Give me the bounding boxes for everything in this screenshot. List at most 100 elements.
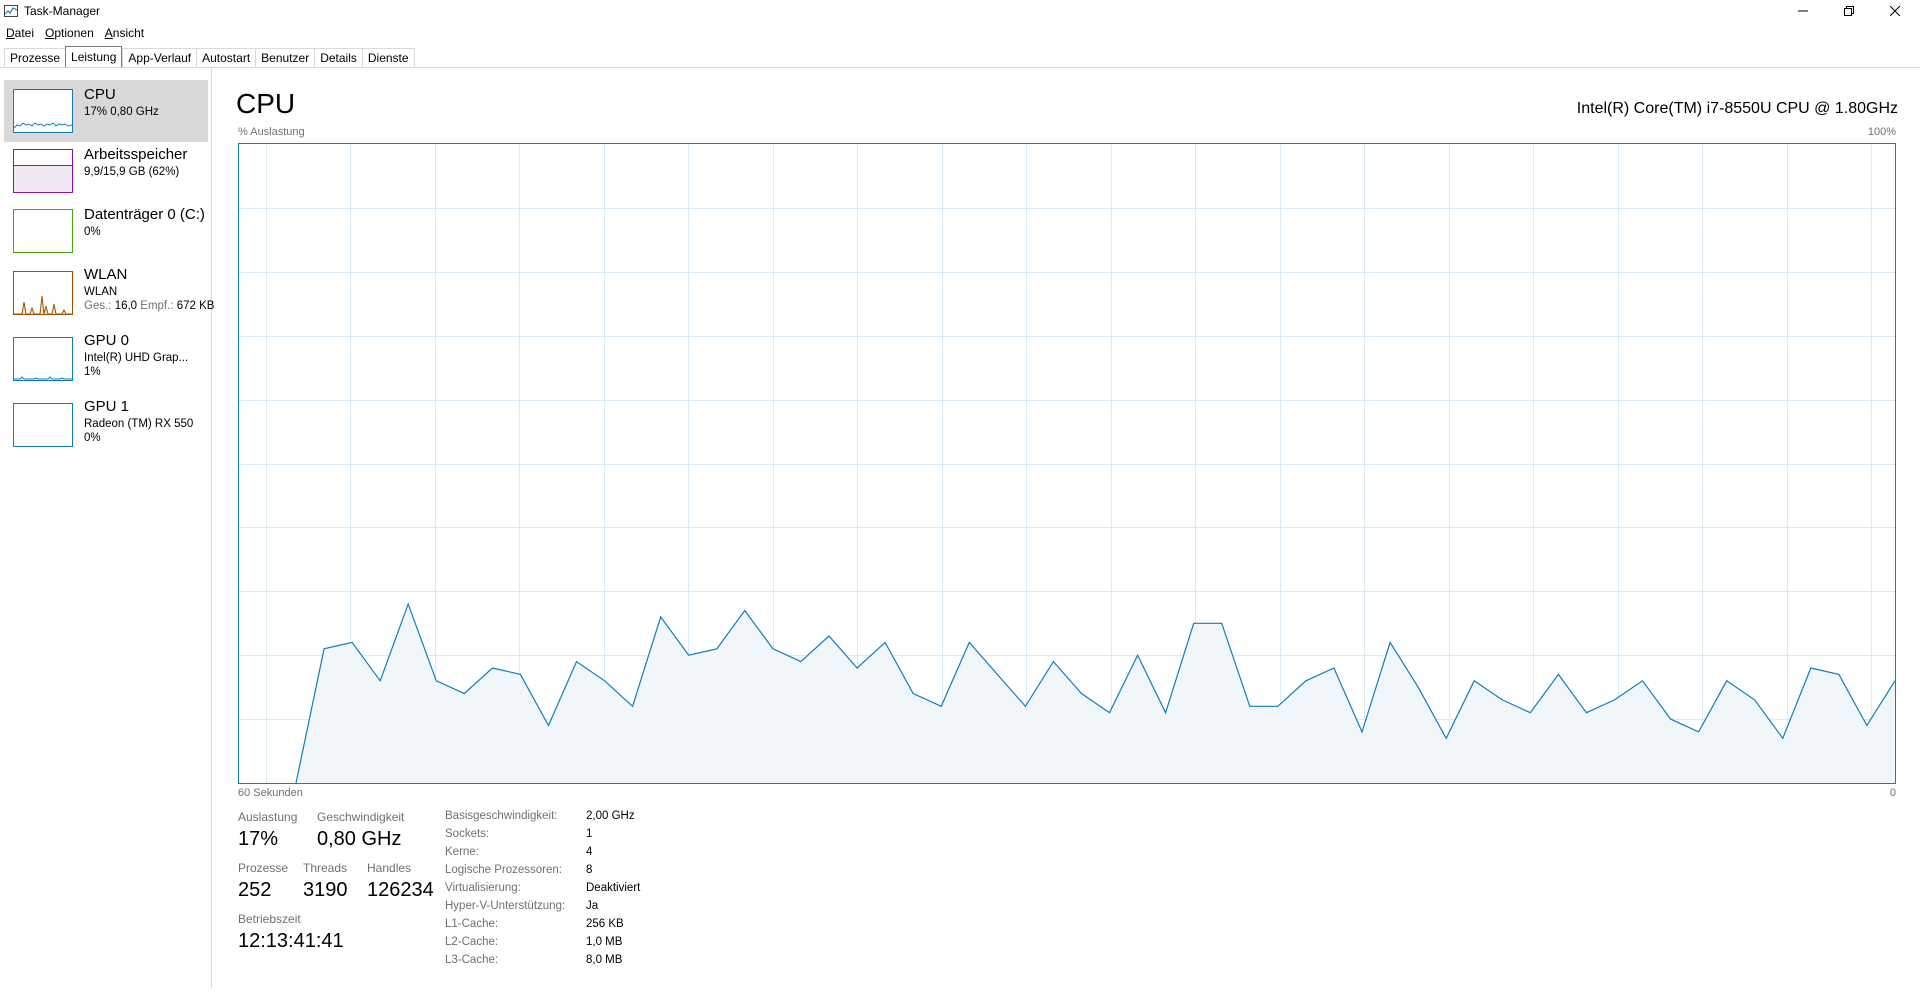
gpu0-thumbnail-sparkline xyxy=(14,376,72,380)
stat-threads-label: Threads xyxy=(303,861,348,875)
y-axis-max-label: 100% xyxy=(1867,126,1896,138)
gpu1-thumbnail-graph xyxy=(13,403,73,447)
tab-divider xyxy=(0,67,1920,68)
sidebar-gpu0-sub: Intel(R) UHD Grap... xyxy=(84,352,189,364)
stat-geschwindigkeit-value: 0,80 GHz xyxy=(317,828,402,850)
stat-handles-label: Handles xyxy=(367,861,412,875)
wlan-recv-label: Empf.: xyxy=(140,300,174,312)
info-basisgeschwindigkeit-value: 2,00 GHz xyxy=(586,810,635,822)
stat-handles-value: 126234 xyxy=(367,879,434,901)
info-l2-cache-key: L2-Cache: xyxy=(445,936,499,948)
stat-auslastung-value: 17% xyxy=(238,828,279,850)
info-l3-cache-key: L3-Cache: xyxy=(445,954,499,966)
info-kerne-key: Kerne: xyxy=(445,846,479,858)
page-title: CPU xyxy=(236,88,296,119)
info-kerne-value: 4 xyxy=(586,846,593,858)
stat-betriebszeit-label: Betriebszeit xyxy=(238,912,301,926)
window-title: Task-Manager xyxy=(24,4,101,18)
sidebar-memory-sub: 9,9/15,9 GB (62%) xyxy=(84,166,180,178)
sidebar-wlan-sub: WLAN xyxy=(84,286,118,298)
tab-app-verlauf[interactable]: App-Verlauf xyxy=(122,48,197,68)
memory-thumbnail-fill xyxy=(14,165,72,192)
sidebar-item-disk[interactable]: Datenträger 0 (C:) 0% xyxy=(4,200,208,262)
tab-dienste[interactable]: Dienste xyxy=(361,48,415,68)
cpu-usage-chart xyxy=(239,144,1895,783)
menu-datei-label: atei xyxy=(14,26,35,40)
wlan-recv-value: 672 KB xyxy=(176,300,215,312)
info-logische-prozessoren-value: 8 xyxy=(586,864,593,876)
stat-prozesse-label: Prozesse xyxy=(238,861,289,875)
info-l1-cache-key: L1-Cache: xyxy=(445,918,499,930)
menu-datei-mnemonic: D xyxy=(6,26,15,40)
info-basisgeschwindigkeit-key: Basisgeschwindigkeit: xyxy=(445,810,558,822)
sidebar-gpu1-usage: 0% xyxy=(84,432,101,444)
tab-details[interactable]: Details xyxy=(314,48,362,68)
tab-leistung[interactable]: Leistung xyxy=(65,46,123,68)
info-hyper-v-value: Ja xyxy=(586,900,599,912)
sidebar-cpu-title: CPU xyxy=(84,86,116,103)
sidebar-gpu1-sub: Radeon (TM) RX 550 xyxy=(84,418,194,430)
stat-betriebszeit-value: 12:13:41:41 xyxy=(238,930,344,952)
close-button[interactable] xyxy=(1872,0,1918,22)
menu-bar: Datei Optionen Ansicht xyxy=(0,24,149,42)
minimize-button[interactable] xyxy=(1780,0,1826,22)
cpu-thumbnail-graph xyxy=(13,89,73,133)
title-bar: Task-Manager xyxy=(0,0,1920,24)
sidebar-wlan-title: WLAN xyxy=(84,266,128,283)
info-l1-cache-value: 256 KB xyxy=(586,918,624,930)
menu-optionen-mnemonic: O xyxy=(45,26,55,40)
info-sockets-key: Sockets: xyxy=(445,828,490,840)
cpu-thumbnail-sparkline xyxy=(13,122,73,129)
y-axis-label: % Auslastung xyxy=(238,126,305,138)
x-axis-right-label: 0 xyxy=(1889,787,1896,799)
memory-thumbnail-graph xyxy=(13,149,73,193)
resource-sidebar: CPU 17% 0,80 GHz Arbeitsspeicher 9,9/15,… xyxy=(0,68,214,988)
info-l2-cache-value: 1,0 MB xyxy=(586,936,623,948)
sidebar-gpu0-title: GPU 0 xyxy=(84,332,130,349)
info-logische-prozessoren-key: Logische Prozessoren: xyxy=(445,864,562,876)
stat-prozesse-value: 252 xyxy=(238,879,272,901)
info-l3-cache-value: 8,0 MB xyxy=(586,954,623,966)
sidebar-item-memory[interactable]: Arbeitsspeicher 9,9/15,9 GB (62%) xyxy=(4,140,208,202)
sidebar-item-cpu[interactable]: CPU 17% 0,80 GHz xyxy=(4,80,208,142)
info-virtualisierung-value: Deaktiviert xyxy=(586,882,641,894)
menu-datei[interactable]: Datei xyxy=(0,24,39,42)
restore-icon xyxy=(1844,6,1854,16)
menu-optionen-label: ptionen xyxy=(54,26,94,40)
wlan-thumbnail-sparkline xyxy=(14,295,72,315)
sidebar-gpu1-title: GPU 1 xyxy=(84,398,130,415)
sidebar-wlan-throughput: Ges.: 16,0 Empf.: 672 KB xyxy=(84,300,214,312)
tab-benutzer[interactable]: Benutzer xyxy=(255,48,315,68)
tab-strip: Prozesse Leistung App-Verlauf Autostart … xyxy=(4,46,415,68)
menu-ansicht-mnemonic: A xyxy=(104,26,113,40)
tab-prozesse[interactable]: Prozesse xyxy=(4,48,66,68)
stat-auslastung-label: Auslastung xyxy=(238,810,298,824)
stat-geschwindigkeit-label: Geschwindigkeit xyxy=(317,810,405,824)
sidebar-disk-sub: 0% xyxy=(84,226,101,238)
menu-ansicht[interactable]: Ansicht xyxy=(99,24,149,42)
menu-ansicht-label: nsicht xyxy=(112,26,145,40)
wlan-send-label: Ges.: xyxy=(84,300,112,312)
x-axis-left-label: 60 Sekunden xyxy=(238,787,303,799)
disk-thumbnail-graph xyxy=(13,209,73,253)
sidebar-item-gpu1[interactable]: GPU 1 Radeon (TM) RX 550 0% xyxy=(4,392,208,460)
sidebar-cpu-sub: 17% 0,80 GHz xyxy=(84,106,159,118)
restore-button[interactable] xyxy=(1826,0,1872,22)
info-hyper-v-key: Hyper-V-Unterstützung: xyxy=(445,900,566,912)
cpu-usage-area xyxy=(296,604,1895,783)
task-manager-icon xyxy=(4,4,18,17)
gpu0-thumbnail-graph xyxy=(13,337,73,381)
cpu-model-name: Intel(R) Core(TM) i7-8550U CPU @ 1.80GHz xyxy=(1576,100,1898,117)
sidebar-disk-title: Datenträger 0 (C:) xyxy=(84,206,205,223)
info-virtualisierung-key: Virtualisierung: xyxy=(445,882,521,894)
cpu-usage-graph xyxy=(238,143,1896,784)
sidebar-item-wlan[interactable]: WLAN WLAN Ges.: 16,0 Empf.: 672 KB xyxy=(4,260,214,328)
menu-optionen[interactable]: Optionen xyxy=(39,24,99,42)
info-sockets-value: 1 xyxy=(586,828,593,840)
sidebar-item-gpu0[interactable]: GPU 0 Intel(R) UHD Grap... 1% xyxy=(4,326,208,394)
sidebar-gpu0-usage: 1% xyxy=(84,366,101,378)
sidebar-memory-title: Arbeitsspeicher xyxy=(84,146,188,163)
tab-autostart[interactable]: Autostart xyxy=(196,48,256,68)
wlan-thumbnail-graph xyxy=(13,271,73,315)
stat-threads-value: 3190 xyxy=(303,879,348,901)
